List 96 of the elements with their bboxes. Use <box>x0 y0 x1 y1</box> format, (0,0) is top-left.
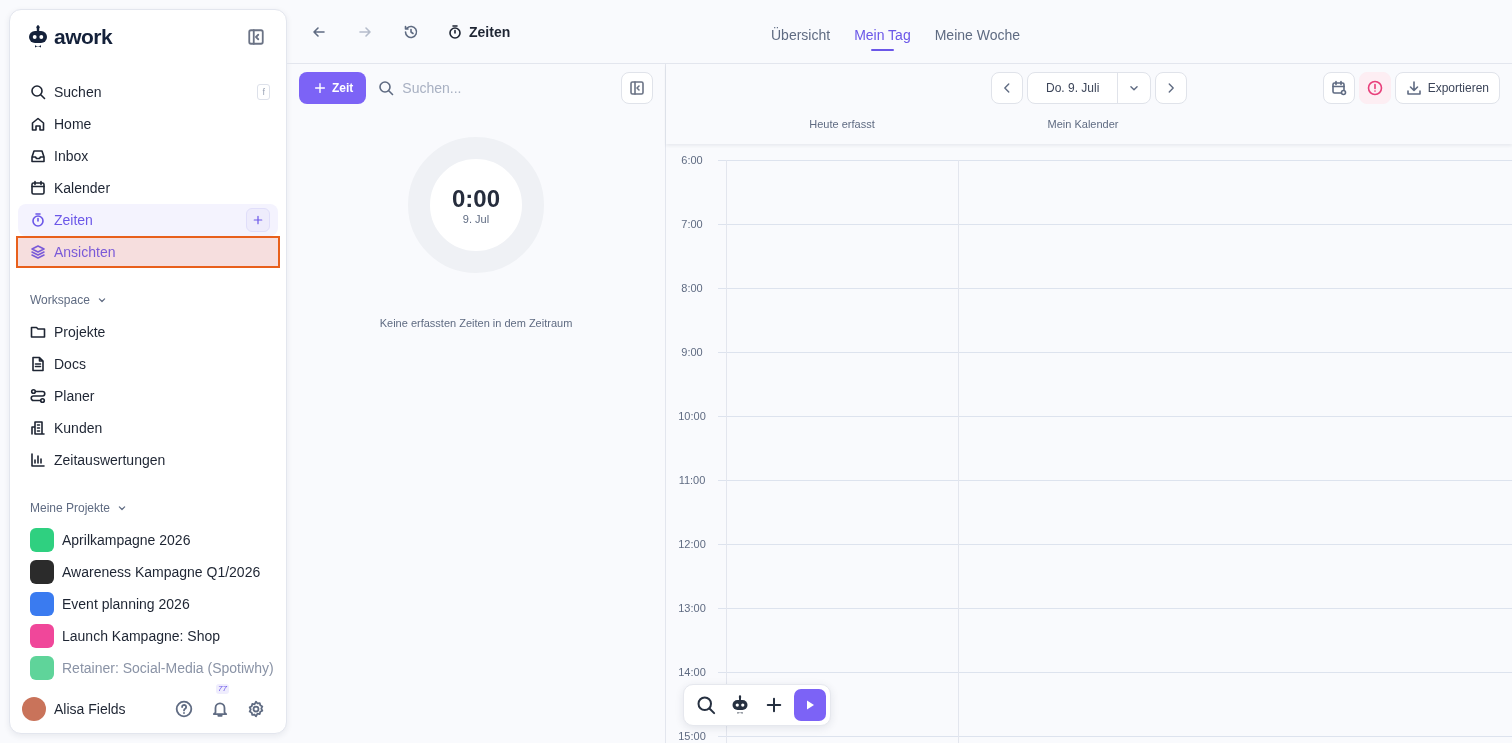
folder-icon <box>30 324 46 340</box>
column-header: Heute erfasst <box>808 118 876 130</box>
page-title: Zeiten <box>469 23 511 40</box>
project-name: Launch Kampagne: Shop <box>62 628 220 644</box>
nav-item[interactable]: Projekte <box>18 316 278 348</box>
user-name: Alisa Fields <box>54 701 127 717</box>
project-item[interactable]: Awareness Kampagne Q1/2026 <box>18 556 278 588</box>
avatar-circle <box>22 697 46 721</box>
date-picker[interactable]: Do. 9. Juli <box>1027 72 1152 104</box>
column-header: Mein Kalender <box>1046 118 1120 130</box>
nav-label: Docs <box>54 356 87 372</box>
nav-label: Projekte <box>54 324 107 340</box>
section-title: Workspace <box>30 293 90 307</box>
nav-label: Home <box>54 116 93 132</box>
bell-icon <box>211 700 229 718</box>
robot-icon <box>730 695 750 715</box>
stopwatch-icon <box>447 23 463 40</box>
shortcut-key: f <box>257 84 270 100</box>
project-item[interactable]: Launch Kampagne: Shop <box>18 620 278 652</box>
hour-label: 8:00 <box>681 281 703 295</box>
add-time-button[interactable] <box>246 208 270 232</box>
plus-icon <box>764 695 784 715</box>
bar-chart-icon <box>30 452 46 468</box>
nav-item[interactable]: Kalender <box>18 172 278 204</box>
nav-label: Kunden <box>54 420 104 436</box>
layers-icon <box>30 244 46 260</box>
help-icon <box>175 700 193 718</box>
hour-label: 12:00 <box>678 537 706 551</box>
plus-icon <box>252 214 264 226</box>
search-icon <box>696 695 716 715</box>
calendar-icon <box>1330 80 1347 96</box>
logo-text: awork <box>54 25 113 49</box>
tab[interactable]: Mein Tag <box>854 20 911 51</box>
nav-item[interactable]: Zeiten <box>18 204 278 236</box>
inbox-icon <box>30 148 46 164</box>
nav-item[interactable]: Kunden <box>18 412 278 444</box>
hour-label: 15:00 <box>678 729 706 743</box>
hour-label: 9:00 <box>681 345 703 359</box>
calendar-settings-button[interactable] <box>1322 72 1355 104</box>
section-header[interactable]: Workspace <box>18 284 278 316</box>
nav-item[interactable]: Home <box>18 108 278 140</box>
nav-label: Planer <box>54 388 96 404</box>
nav-label: Ansichten <box>54 244 117 260</box>
total-time: 0:00 <box>451 185 500 213</box>
nav-label: Kalender <box>54 180 112 196</box>
robot-logo-icon <box>26 25 50 49</box>
section-title: Meine Projekte <box>30 501 111 515</box>
start-timer-button[interactable] <box>794 689 826 721</box>
nav-item[interactable]: Planer <box>18 380 278 412</box>
plus-icon <box>313 81 327 95</box>
hour-label: 13:00 <box>678 601 706 615</box>
nav-label: Suchen <box>54 84 103 100</box>
hour-label: 14:00 <box>678 665 706 679</box>
alert-button[interactable] <box>1358 72 1391 104</box>
search-field[interactable]: Suchen... <box>402 80 603 96</box>
section-header[interactable]: Meine Projekte <box>18 492 278 524</box>
document-icon <box>30 356 46 372</box>
hour-label: 10:00 <box>678 409 706 423</box>
export-button[interactable]: Exportieren <box>1394 72 1500 104</box>
hour-label: 6:00 <box>681 153 703 167</box>
nav-item[interactable]: Docs <box>18 348 278 380</box>
panel-icon <box>247 28 265 46</box>
settings-icon <box>247 700 265 718</box>
hour-label: 11:00 <box>678 473 706 487</box>
nav-label: Inbox <box>54 148 90 164</box>
empty-message: Keine erfassten Zeiten in dem Zeitraum <box>379 317 573 329</box>
route-icon <box>30 388 46 404</box>
calendar-icon <box>30 180 46 196</box>
house-icon <box>30 116 46 132</box>
tab[interactable]: Meine Woche <box>934 20 1021 51</box>
notification-count: 77 <box>216 684 229 694</box>
tab[interactable]: Übersicht <box>771 20 831 51</box>
search-icon <box>30 84 46 100</box>
project-item[interactable]: Event planning 2026 <box>18 588 278 620</box>
building-icon <box>30 420 46 436</box>
nav-item[interactable]: Zeitauswertungen <box>18 444 278 476</box>
add-time-button[interactable]: Zeit <box>299 72 367 104</box>
nav-item[interactable]: Ansichten <box>16 236 280 268</box>
project-name: Event planning 2026 <box>62 596 190 612</box>
search-icon <box>378 80 395 96</box>
nav-label: Zeiten <box>54 212 94 228</box>
nav-item[interactable]: Inbox <box>18 140 278 172</box>
hour-label: 7:00 <box>681 217 703 231</box>
project-name: Retainer: Social-Media (Spotiwhy) <box>62 660 274 676</box>
nav-item[interactable]: Suchen f <box>18 76 278 108</box>
ring-date: 9. Jul <box>462 213 490 225</box>
nav-label: Zeitauswertungen <box>54 452 167 468</box>
download-icon <box>1405 80 1422 96</box>
alert-icon <box>1366 80 1383 96</box>
project-name: Aprilkampagne 2026 <box>62 532 191 548</box>
project-name: Awareness Kampagne Q1/2026 <box>62 564 261 580</box>
panel-icon <box>629 80 645 96</box>
history-icon <box>403 23 419 40</box>
toggle-panel-button[interactable] <box>621 72 653 104</box>
project-item[interactable]: Aprilkampagne 2026 <box>18 524 278 556</box>
stopwatch-icon <box>30 212 46 228</box>
